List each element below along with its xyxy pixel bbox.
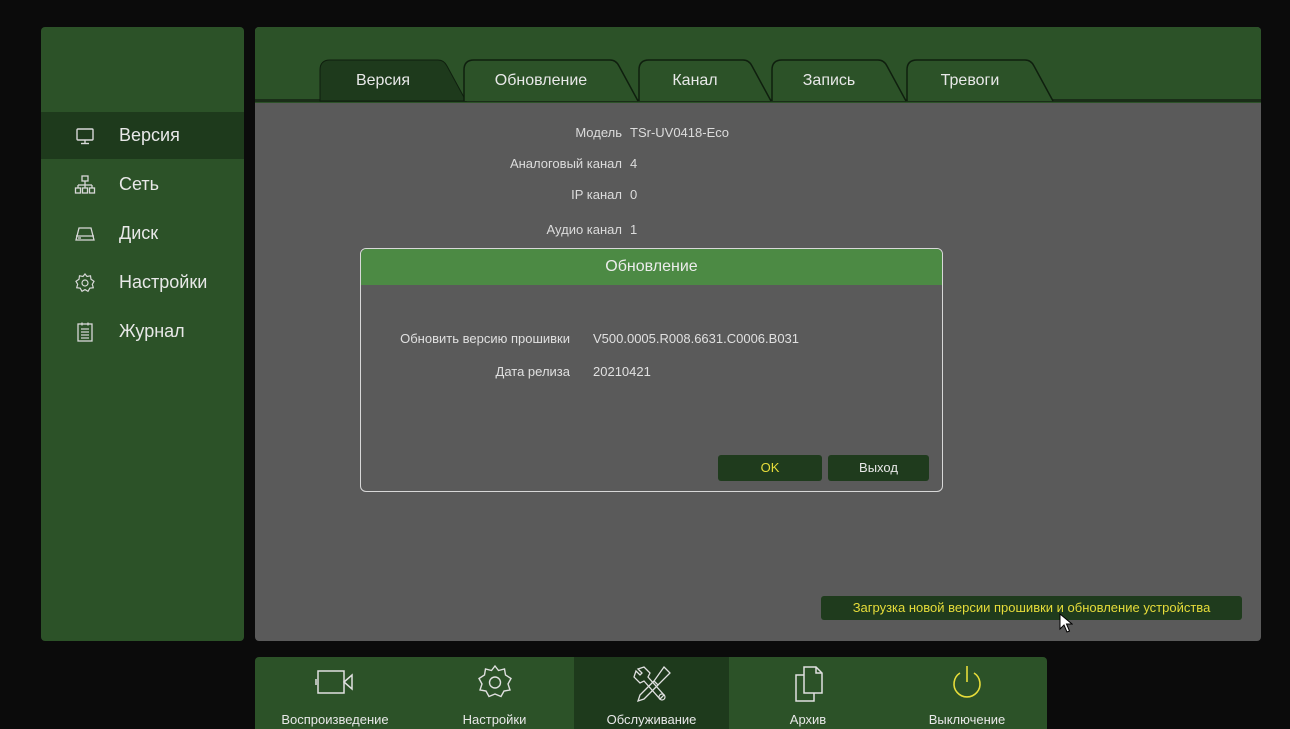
tab-record[interactable]: Запись [771, 59, 908, 102]
bottom-dock: Воспроизведение Настройки Обслуживание А… [255, 657, 1047, 729]
firmware-label: Обновить версию прошивки [400, 331, 570, 346]
dock-item-label: Архив [789, 712, 827, 727]
exit-button[interactable]: Выход [828, 455, 929, 481]
audio-channel-value: 1 [630, 222, 638, 237]
dock-item-label: Выключение [928, 712, 1006, 727]
tab-channel[interactable]: Канал [638, 59, 773, 102]
dock-item-settings[interactable]: Настройки [415, 657, 574, 729]
dock-item-label: Воспроизведение [281, 712, 389, 727]
tab-label: Тревоги [940, 72, 1000, 89]
firmware-value: V500.0005.R008.6631.C0006.B031 [593, 331, 800, 346]
gear-icon [75, 273, 95, 293]
dock-item-archive[interactable]: Архив [729, 657, 887, 729]
monitor-icon [76, 128, 94, 145]
ip-channel-value: 0 [630, 187, 638, 202]
sidebar-item-version[interactable]: Версия [41, 112, 244, 159]
tab-label: Запись [802, 72, 856, 89]
mouse-cursor-icon [1059, 613, 1073, 633]
analog-channel-value: 4 [630, 156, 638, 171]
network-icon [74, 175, 96, 194]
analog-channel-label: Аналоговый канал [509, 156, 622, 171]
tab-update[interactable]: Обновление [463, 59, 640, 102]
release-date-value: 20210421 [593, 364, 651, 379]
model-label: Модель [575, 125, 622, 140]
info-model-value-row: TSr-UV0418-Eco [630, 125, 930, 145]
sidebar-item-label: Сеть [119, 174, 160, 194]
status-hint: Загрузка новой версии прошивки и обновле… [821, 596, 1242, 620]
model-value: TSr-UV0418-Eco [630, 125, 729, 140]
dock-item-label: Обслуживание [606, 712, 697, 727]
audio-channel-label: Аудио канал [546, 222, 622, 237]
dialog-title: Обновление [361, 249, 942, 285]
tab-label: Версия [355, 72, 411, 89]
ok-button[interactable]: OK [718, 455, 822, 481]
info-audio: Аудио канал [255, 222, 622, 242]
dock-item-power[interactable]: Выключение [887, 657, 1047, 729]
sidebar-item-settings[interactable]: Настройки [41, 259, 244, 306]
update-dialog: Обновление Обновить версию прошивки V500… [360, 248, 943, 492]
info-audio-value-row: 1 [630, 222, 730, 242]
sidebar-item-label: Диск [119, 223, 159, 243]
ip-channel-label: IP канал [571, 187, 622, 202]
sidebar: Версия Сеть Диск Настройки Журнал [41, 27, 244, 641]
disk-icon [75, 227, 95, 241]
release-date-label: Дата релиза [495, 364, 570, 379]
tools-icon [632, 665, 671, 703]
power-icon [953, 666, 981, 698]
gear-icon [477, 664, 512, 698]
sidebar-item-disk[interactable]: Диск [41, 210, 244, 257]
archive-icon [795, 666, 823, 702]
dock-item-maintenance[interactable]: Обслуживание [574, 657, 729, 729]
camera-icon [315, 670, 353, 694]
tab-bar: Версия Обновление Канал Запись Тревоги [255, 27, 1261, 103]
tab-version[interactable]: Версия [319, 59, 468, 102]
info-ip: IP канал [255, 187, 622, 207]
dock-item-playback[interactable]: Воспроизведение [255, 657, 415, 729]
sidebar-item-log[interactable]: Журнал [41, 308, 244, 355]
tab-label: Канал [672, 72, 718, 89]
info-analog-value-row: 4 [630, 156, 730, 176]
info-analog: Аналоговый канал [255, 156, 622, 176]
tab-label: Обновление [494, 72, 588, 89]
sidebar-item-network[interactable]: Сеть [41, 161, 244, 208]
info-ip-value-row: 0 [630, 187, 730, 207]
sidebar-item-label: Настройки [119, 272, 208, 292]
info-model: Модель [255, 125, 622, 145]
dock-item-label: Настройки [462, 712, 527, 727]
sidebar-item-label: Версия [119, 125, 180, 145]
tab-alarms[interactable]: Тревоги [906, 59, 1055, 102]
log-icon [77, 322, 93, 342]
sidebar-item-label: Журнал [119, 321, 185, 341]
